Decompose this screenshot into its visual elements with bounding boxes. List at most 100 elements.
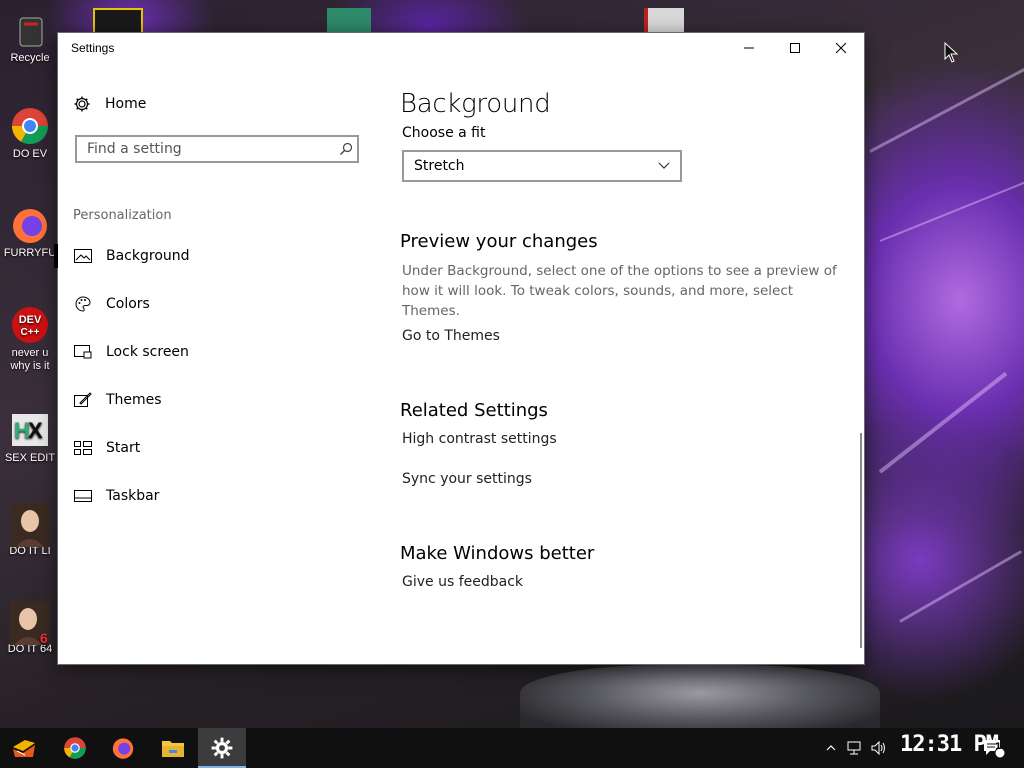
desktop-icon-partial[interactable] — [327, 8, 371, 36]
portrait-icon: 6 — [10, 601, 50, 646]
nav-item-themes[interactable]: Themes — [58, 385, 378, 415]
nav-item-start[interactable]: Start — [58, 433, 378, 463]
nav-home[interactable]: Home — [73, 95, 146, 113]
fit-dropdown-value: Stretch — [414, 158, 465, 174]
taskbar-file-explorer[interactable] — [149, 728, 197, 768]
nav-item-label: Background — [106, 248, 190, 264]
sync-settings-link[interactable]: Sync your settings — [402, 471, 532, 487]
network-button[interactable] — [846, 728, 864, 768]
related-settings-heading: Related Settings — [400, 400, 548, 421]
settings-nav: Home Personalization Background Colors — [54, 63, 378, 664]
svg-text:DEV: DEV — [19, 314, 42, 326]
fit-dropdown[interactable]: Stretch — [402, 150, 682, 182]
maximize-button[interactable] — [772, 33, 818, 63]
desktop-icon-partial[interactable] — [644, 8, 684, 36]
portrait-icon — [10, 503, 50, 547]
desktop-icon-label: never u — [11, 347, 49, 359]
svg-text:C++: C++ — [21, 327, 40, 338]
wallpaper-figure — [520, 665, 880, 728]
maximize-icon — [790, 43, 800, 53]
desktop-icon-firefox[interactable]: FURRYFU — [2, 205, 58, 260]
desktop-icon-label: SEX EDIT — [4, 452, 56, 464]
network-icon — [847, 741, 861, 755]
start-icon — [13, 740, 35, 757]
nav-item-label: Lock screen — [106, 344, 189, 360]
hex-editor-icon: HX — [10, 410, 50, 450]
tray-overflow-button[interactable] — [826, 728, 836, 768]
mouse-cursor-icon — [944, 42, 959, 63]
close-icon — [835, 42, 847, 54]
feedback-link[interactable]: Give us feedback — [402, 574, 523, 590]
nav-item-label: Themes — [106, 392, 162, 408]
gear-icon — [74, 96, 90, 112]
wallpaper-streak — [869, 65, 1024, 153]
start-icon — [74, 440, 92, 456]
nav-item-label: Taskbar — [106, 488, 160, 504]
gear-icon — [211, 737, 233, 759]
section-label: Personalization — [73, 208, 172, 223]
desktop-icon-dev-cpp[interactable]: DEV C++ never u why is it — [2, 305, 58, 373]
desktop-icon-label-line2: why is it — [10, 360, 50, 372]
notification-center-button[interactable]: 1 — [982, 728, 1006, 768]
high-contrast-link[interactable]: High contrast settings — [402, 431, 557, 447]
desktop-icon-portrait-2[interactable]: 6 DO IT 64 — [2, 601, 58, 656]
chrome-icon — [64, 737, 86, 759]
chevron-up-icon — [826, 745, 836, 751]
taskbar-chrome[interactable] — [51, 728, 99, 768]
page-title: Background — [400, 89, 551, 119]
start-button[interactable] — [0, 728, 48, 768]
palette-icon — [74, 296, 92, 312]
taskbar: 12:31 PM 1 — [0, 728, 1024, 768]
window-title: Settings — [71, 41, 115, 55]
notification-count: 1 — [995, 742, 1002, 752]
scrollbar[interactable] — [860, 433, 862, 648]
desktop-icon-label: FURRYFU — [3, 247, 57, 259]
nav-item-label: Colors — [106, 296, 150, 312]
firefox-icon — [10, 205, 50, 245]
wallpaper-streak — [899, 550, 1022, 623]
search-box[interactable] — [75, 135, 359, 163]
svg-text:6: 6 — [40, 630, 48, 645]
firefox-icon — [112, 738, 134, 759]
chevron-down-icon — [658, 162, 670, 169]
settings-window: Settings Home Personalization — [54, 33, 864, 664]
nav-item-label: Start — [106, 440, 141, 456]
taskbar-icon — [74, 488, 92, 504]
preview-heading: Preview your changes — [400, 231, 598, 252]
nav-item-taskbar[interactable]: Taskbar — [58, 481, 378, 511]
search-input[interactable] — [77, 141, 335, 157]
taskbar-settings[interactable] — [198, 728, 246, 768]
volume-button[interactable] — [870, 728, 888, 768]
picture-icon — [74, 248, 92, 264]
title-bar[interactable]: Settings — [58, 33, 864, 63]
desktop-icon-recycle-bin[interactable]: Recycle — [2, 10, 58, 65]
recycle-bin-icon — [10, 10, 50, 50]
dev-cpp-icon: DEV C++ — [10, 305, 50, 345]
wallpaper-streak — [879, 180, 1024, 242]
themes-icon — [74, 392, 92, 408]
minimize-icon — [744, 47, 754, 49]
minimize-button[interactable] — [726, 33, 772, 63]
desktop-icon-label: DO EV — [12, 148, 48, 160]
taskbar-firefox[interactable] — [99, 728, 147, 768]
nav-item-colors[interactable]: Colors — [58, 289, 378, 319]
nav-home-label: Home — [105, 96, 147, 112]
volume-icon — [871, 740, 885, 756]
nav-item-lock-screen[interactable]: Lock screen — [58, 337, 378, 367]
chrome-icon — [10, 106, 50, 146]
desktop-icon-label: Recycle — [10, 52, 50, 64]
folder-icon — [162, 741, 184, 757]
go-to-themes-link[interactable]: Go to Themes — [402, 328, 500, 344]
preview-description: Under Background, select one of the opti… — [402, 263, 837, 319]
notification-icon — [984, 740, 1006, 759]
desktop-icon-hx-editor[interactable]: HX SEX EDIT — [2, 410, 58, 465]
close-button[interactable] — [818, 33, 864, 63]
make-windows-better-heading: Make Windows better — [400, 543, 595, 564]
nav-item-background[interactable]: Background — [54, 241, 378, 271]
search-icon[interactable] — [335, 142, 357, 156]
svg-text:X: X — [28, 418, 43, 443]
desktop-icon-portrait-1[interactable]: DO IT LI — [2, 503, 58, 558]
settings-content: Background Choose a fit Stretch Preview … — [398, 63, 848, 664]
wallpaper-streak — [878, 371, 1008, 474]
desktop-icon-chrome[interactable]: DO EV — [2, 106, 58, 161]
